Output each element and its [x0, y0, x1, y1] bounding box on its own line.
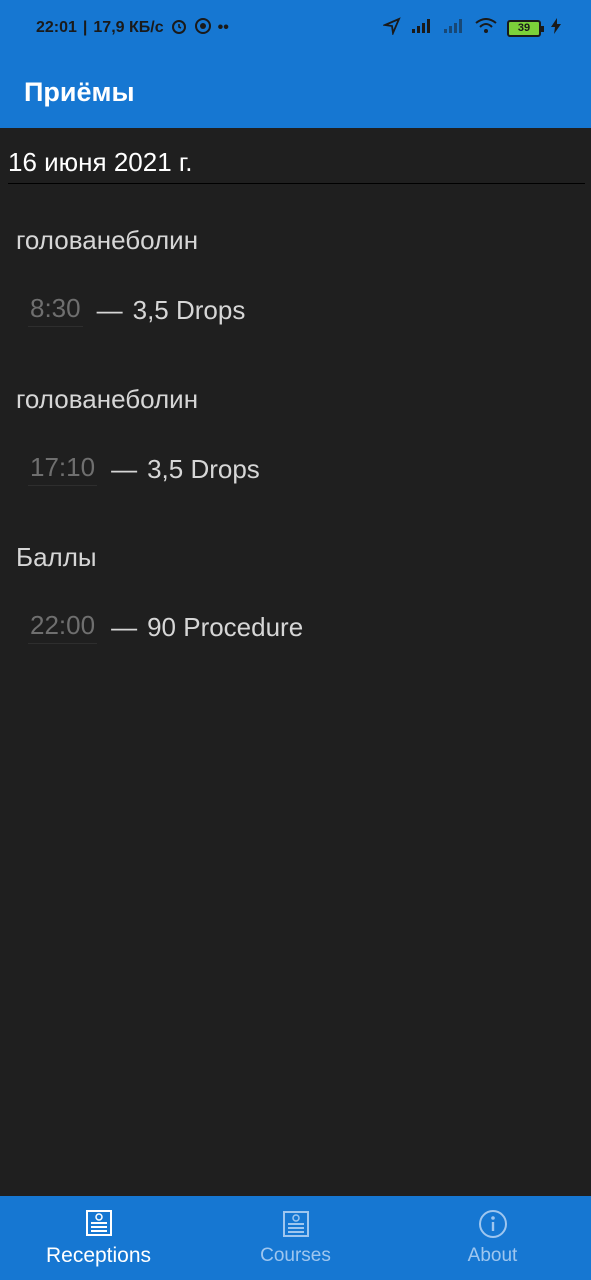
battery-level: 39: [517, 22, 531, 34]
entry-dose-line: 22:00 — 90 Procedure: [28, 610, 576, 644]
page-title: Приёмы: [24, 76, 135, 107]
dash-separator: —: [111, 453, 138, 484]
tab-courses[interactable]: Courses: [197, 1196, 394, 1280]
signal-icon: [411, 18, 433, 39]
tab-label: About: [467, 1245, 518, 1266]
signal-icon: [443, 18, 465, 39]
entry-name: Баллы: [16, 542, 97, 572]
document-icon: [84, 1208, 114, 1238]
app-bar: Приёмы: [0, 56, 591, 128]
entry-amount: 3,5 Drops: [132, 294, 246, 325]
reception-entry: голованеболин 8:30 — 3,5 Drops: [16, 224, 576, 327]
date-field[interactable]: 16 июня 2021 г.: [8, 144, 585, 184]
entry-amount: 3,5 Drops: [147, 453, 260, 484]
entry-dose-line: 17:10 — 3,5 Drops: [28, 452, 576, 486]
reception-entry: Баллы 22:00 — 90 Procedure: [16, 541, 576, 644]
battery-icon: 39: [507, 19, 544, 37]
charging-icon: [551, 17, 561, 39]
circle-app-icon: [194, 17, 212, 40]
time-field[interactable]: 8:30: [28, 293, 83, 327]
bottom-navigation: Receptions Courses About: [0, 1196, 591, 1280]
reception-entry: голованеболин 17:10 — 3,5 Drops: [16, 383, 576, 486]
alarm-icon: [170, 17, 188, 40]
location-arrow-icon: [381, 16, 401, 40]
time-field[interactable]: 22:00: [28, 610, 98, 644]
more-dots: ••: [217, 19, 229, 36]
tab-receptions[interactable]: Receptions: [0, 1196, 197, 1280]
network-speed: 17,9 КБ/с: [93, 19, 164, 36]
status-bar: 22:01 | 17,9 КБ/с •• 39: [0, 0, 591, 56]
time-field[interactable]: 17:10: [28, 452, 98, 486]
info-icon: [478, 1209, 508, 1239]
document-icon: [281, 1209, 311, 1239]
status-separator: |: [82, 19, 88, 36]
tab-about[interactable]: About: [394, 1196, 591, 1280]
status-time: 22:01: [36, 19, 77, 36]
dash-separator: —: [111, 611, 138, 642]
entry-name: голованеболин: [16, 384, 199, 414]
date-value: 16 июня 2021 г.: [8, 147, 193, 177]
tab-label: Courses: [260, 1245, 331, 1266]
dash-separator: —: [96, 294, 123, 325]
wifi-icon: [475, 17, 497, 39]
entry-name: голованеболин: [16, 225, 199, 255]
entry-dose-line: 8:30 — 3,5 Drops: [28, 293, 576, 327]
receptions-list: 16 июня 2021 г. голованеболин 8:30 — 3,5…: [0, 128, 591, 1196]
tab-label: Receptions: [45, 1244, 152, 1267]
entry-amount: 90 Procedure: [147, 611, 304, 642]
